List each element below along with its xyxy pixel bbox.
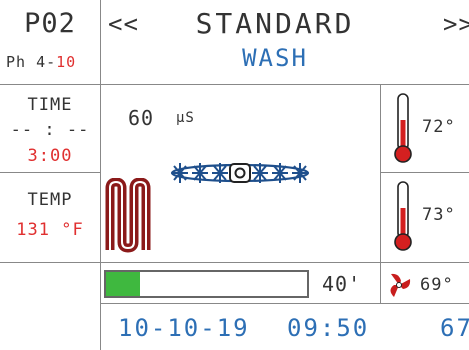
temp-label: TEMP — [27, 190, 73, 210]
time-elapsed: -- : -- — [10, 120, 90, 140]
thermometer-icon — [394, 181, 412, 251]
thermometer-icon — [394, 93, 412, 163]
footer-extra: 67 — [440, 314, 469, 342]
temp-value: 131 °F — [16, 220, 84, 240]
tank-temp-2: 73° — [422, 205, 456, 225]
divider — [100, 0, 101, 350]
footer-time: 09:50 — [287, 314, 370, 342]
time-total: 3:00 — [27, 146, 73, 166]
divider — [0, 262, 469, 263]
heater-icon — [105, 178, 151, 253]
fan-icon — [390, 273, 411, 297]
prev-button[interactable]: << — [108, 10, 139, 38]
time-label: TIME — [27, 95, 73, 115]
ph-value: 4- — [36, 53, 57, 71]
cycle-title: STANDARD — [195, 7, 355, 40]
program-ph: Ph 4-10 — [6, 52, 100, 72]
progress-fill — [106, 272, 141, 296]
ph-label: Ph — [6, 53, 27, 71]
tank-temp-1: 72° — [422, 117, 456, 137]
divider — [100, 303, 469, 304]
program-code: P02 — [24, 8, 76, 39]
conductivity-value: 60 — [128, 106, 155, 130]
progress-remaining: 40' — [322, 272, 362, 296]
progress-bar — [104, 270, 309, 298]
conductivity-unit: μS — [176, 110, 195, 126]
ph-value-red: 10 — [56, 53, 77, 71]
divider — [380, 172, 469, 173]
fan-temp: 69° — [420, 275, 454, 295]
cycle-subtitle: WASH — [242, 44, 308, 72]
divider — [0, 84, 469, 85]
divider — [0, 172, 100, 173]
divider — [380, 84, 381, 303]
next-button[interactable]: >> — [443, 10, 469, 38]
spray-arm-icon — [170, 163, 310, 183]
footer-date: 10-10-19 — [118, 314, 250, 342]
